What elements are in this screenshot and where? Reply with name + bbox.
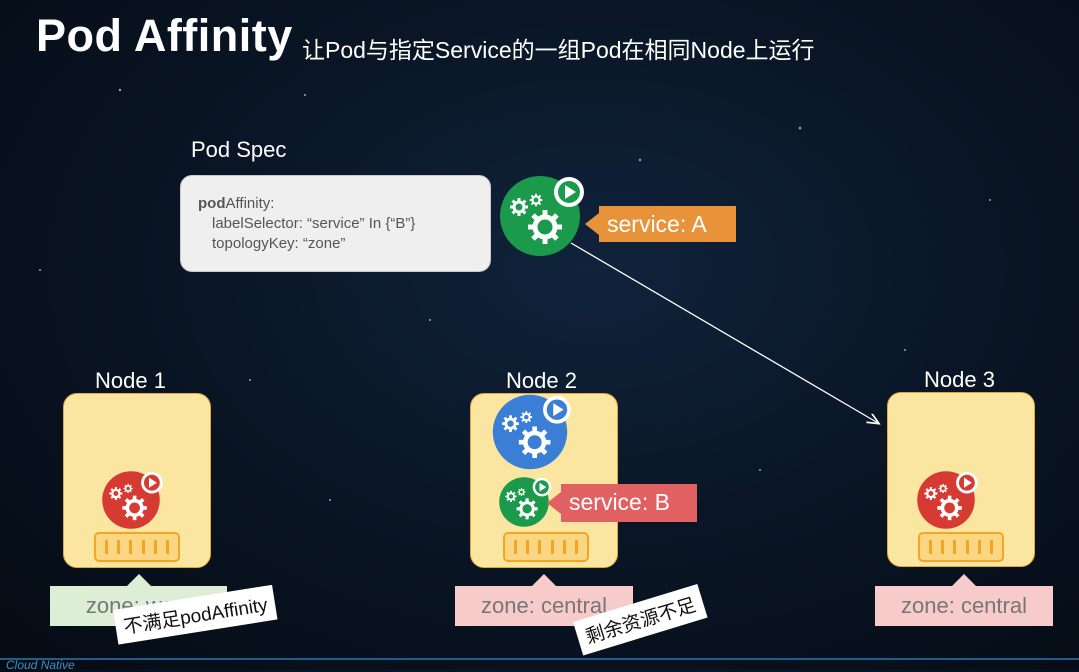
diagram-overlay (0, 0, 1079, 669)
placement-arrow (570, 242, 878, 423)
footer-divider (0, 658, 1079, 660)
node-3-pod-icon (917, 471, 977, 529)
node-1-pod-icon (102, 471, 162, 529)
footer-text: Cloud Native (6, 658, 75, 672)
new-pod-icon (500, 176, 584, 256)
node-2-blue-pod-icon (493, 395, 571, 469)
service-b-tag: service: B (547, 484, 697, 522)
service-a-tag: service: A (585, 206, 736, 242)
node-2-service-b-pod-icon (499, 477, 551, 527)
node-3-zone-label: zone: central (875, 574, 1053, 626)
